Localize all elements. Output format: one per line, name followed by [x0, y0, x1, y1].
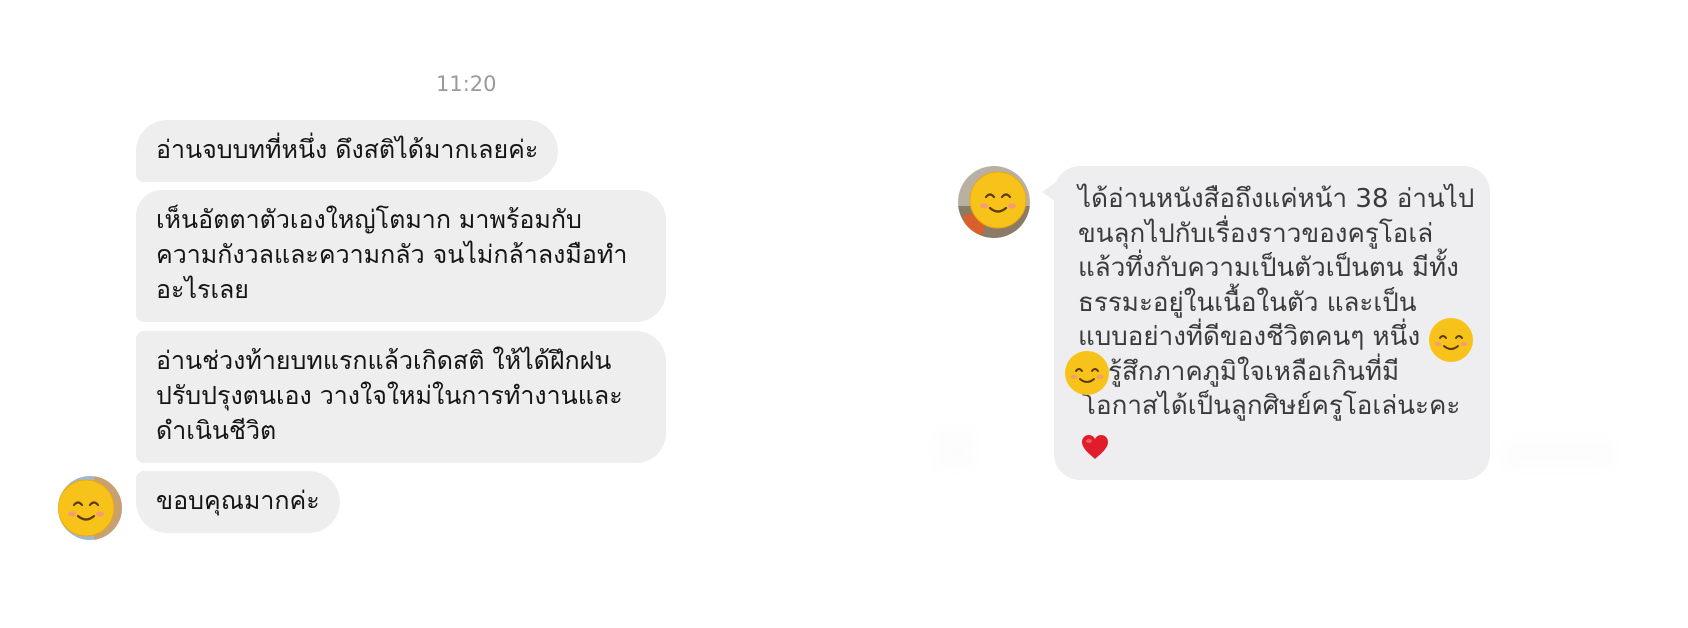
message-text: ธรรมะอยู่ในเนื้อในตัว และเป็น — [1078, 287, 1417, 318]
message-text: โอกาสได้เป็นลูกศิษย์ครูโอเล่นะคะ — [1082, 391, 1461, 421]
message-text: ได้อ่านหนังสือถึงแค่หน้า 38 อ่านไป — [1078, 184, 1475, 214]
left-chat-panel: 11:20 อ่านจบบทที่หนึ่ง ดึงสติได้มากเลยค่… — [0, 0, 844, 628]
message-bubble[interactable]: อ่านช่วงท้ายบทแรกแล้วเกิดสติ ให้ได้ฝึกฝน… — [136, 331, 666, 463]
message-text: อ่านจบบทที่หนึ่ง ดึงสติได้มากเลยค่ะ — [156, 135, 539, 164]
message-text: ขนลุกไปกับเรื่องราวของครูโอเล่ — [1078, 218, 1434, 249]
message-timestamp: 11:20 — [436, 72, 497, 96]
message-text: ปรับปรุงตนเอง วางใจใหม่ในการทำงานและ — [156, 381, 623, 410]
message-bubble[interactable]: อ่านจบบทที่หนึ่ง ดึงสติได้มากเลยค่ะ — [136, 120, 559, 182]
message-bubble[interactable]: เห็นอัตตาตัวเองใหญ่โตมาก มาพร้อมกับ ความ… — [136, 190, 666, 322]
right-chat-panel: ได้อ่านหนังสือถึงแค่หน้า 38 อ่านไป ขนลุก… — [844, 0, 1688, 628]
red-heart-emoji-icon — [1082, 435, 1108, 459]
message-text: ขอบคุณมากค่ะ — [156, 486, 320, 515]
message-bubble[interactable]: ขอบคุณมากค่ะ — [136, 471, 340, 533]
message-text: เห็นอัตตาตัวเองใหญ่โตมาก มาพร้อมกับ — [156, 205, 582, 234]
smiling-face-emoji-avatar-icon[interactable] — [58, 476, 122, 540]
message-text: อะไรเลย — [156, 275, 249, 304]
message-text: ความกังวลและความกลัว จนไม่กล้าลงมือทำ — [156, 240, 628, 269]
message-text: แล้วทึ่งกับความเป็นตัวเป็นตน มีทั้ง — [1078, 253, 1459, 283]
message-text: แบบอย่างที่ดีของชีวิตคนๆ หนึ่ง — [1078, 322, 1421, 352]
smiling-face-emoji-icon — [1429, 318, 1473, 362]
smiling-face-emoji-avatar-icon[interactable] — [958, 166, 1030, 238]
smiling-face-emoji-icon — [1065, 351, 1109, 395]
background-shadow — [934, 430, 974, 470]
message-bubble[interactable]: ได้อ่านหนังสือถึงแค่หน้า 38 อ่านไป ขนลุก… — [1054, 166, 1490, 480]
background-shadow — [1504, 440, 1614, 470]
message-text: ดำเนินชีวิต — [156, 416, 277, 445]
message-text: รู้สึกภาคภูมิใจเหลือเกินที่มี — [1108, 356, 1400, 387]
message-text: อ่านช่วงท้ายบทแรกแล้วเกิดสติ ให้ได้ฝึกฝน — [156, 346, 612, 375]
